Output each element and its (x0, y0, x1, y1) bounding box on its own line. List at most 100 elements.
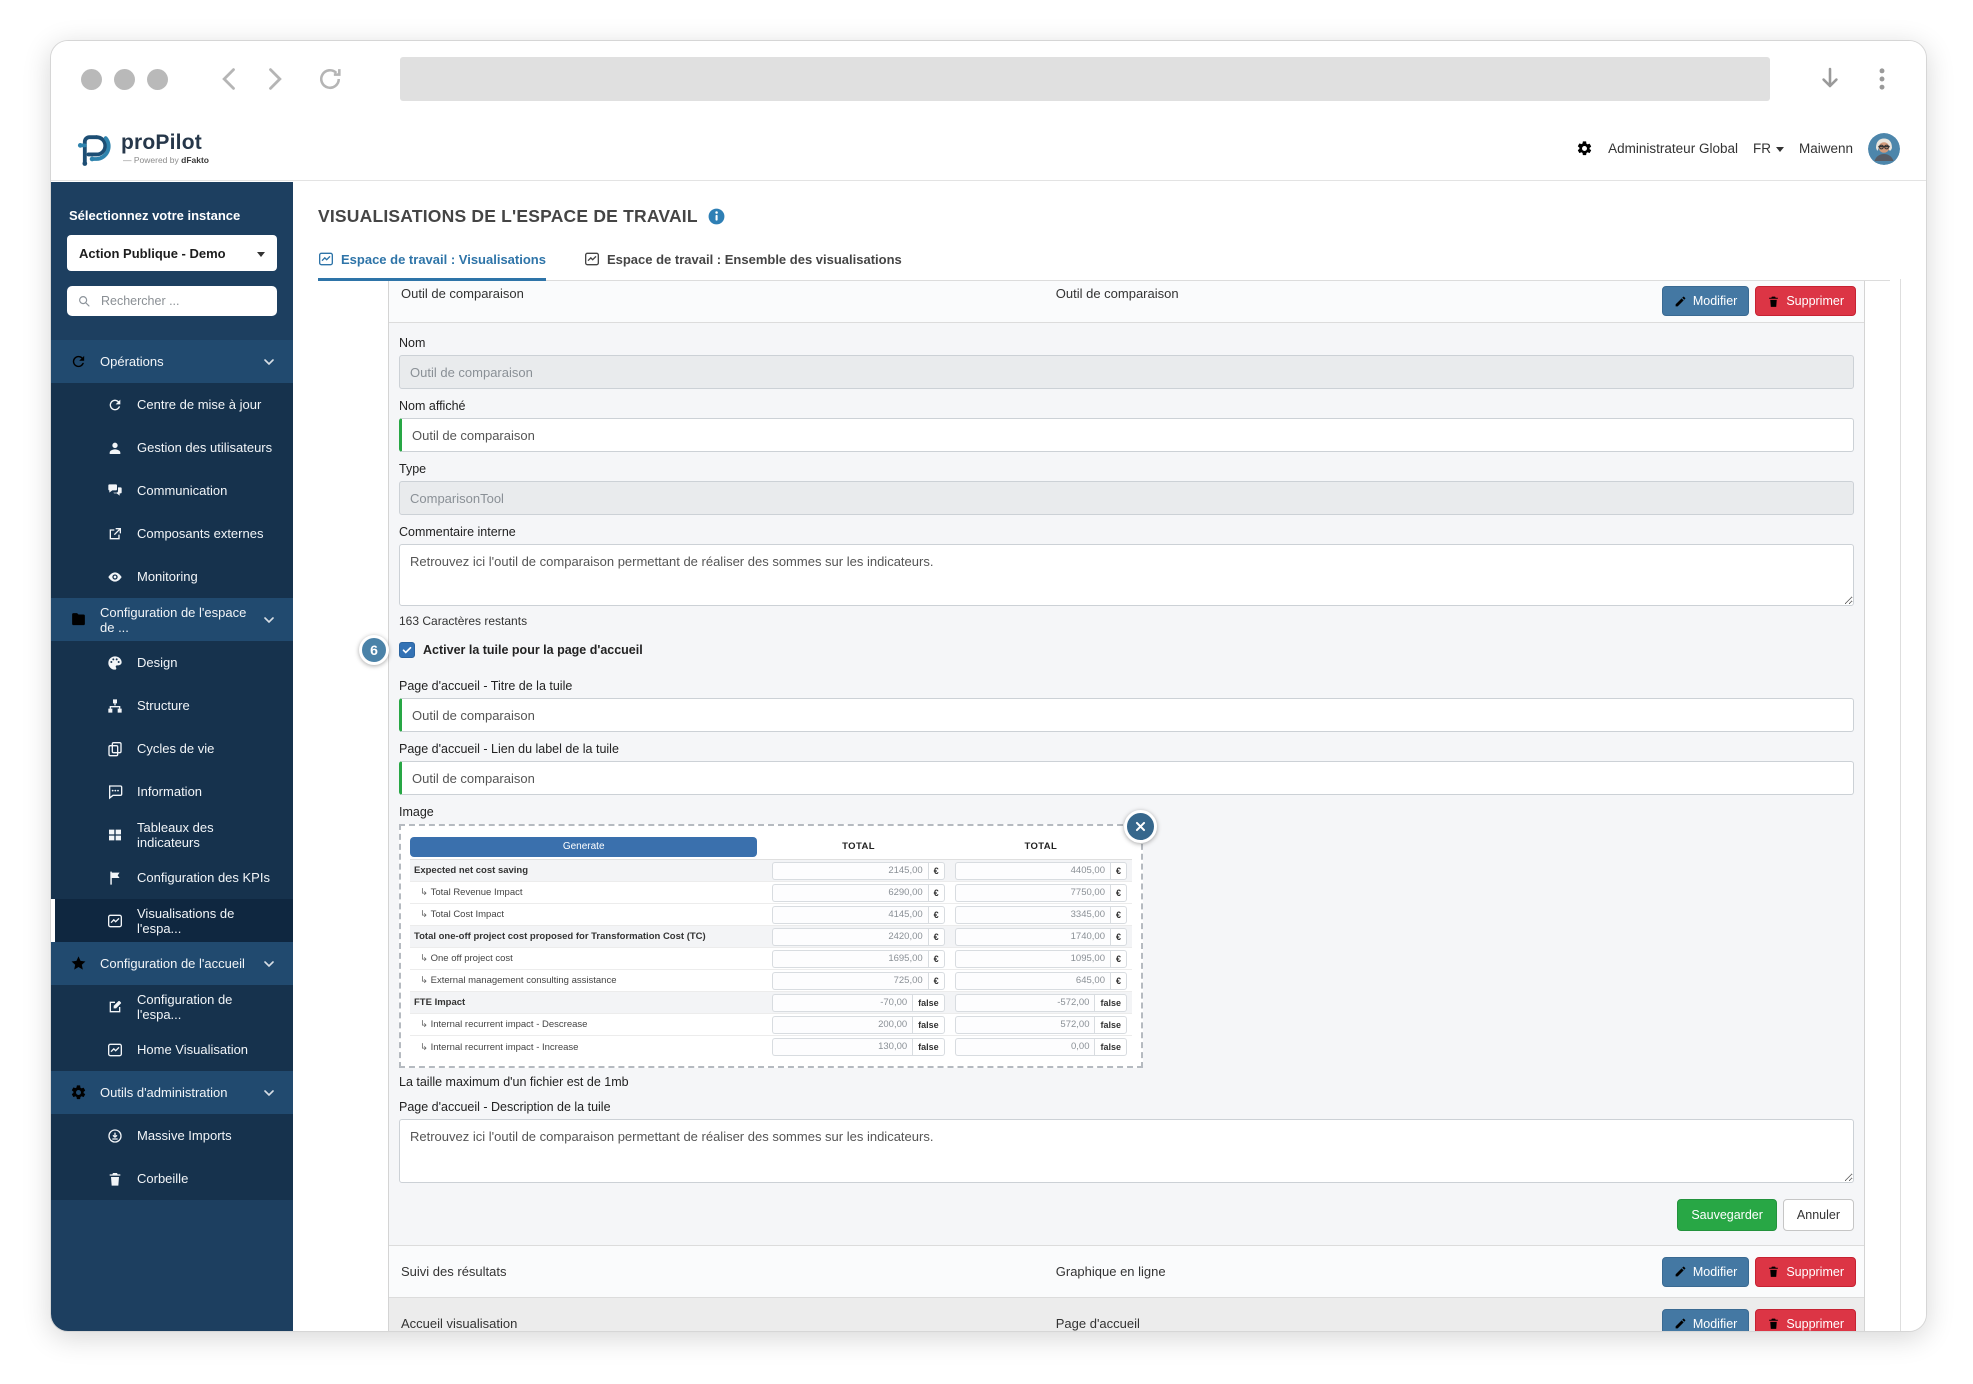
address-bar[interactable] (400, 57, 1770, 101)
main-content: VISUALISATIONS DE L'ESPACE DE TRAVAIL Es… (293, 182, 1926, 1331)
preview-row-label: Internal recurrent impact - Increase (410, 1042, 767, 1053)
preview-row-label: Internal recurrent impact - Descrease (410, 1019, 767, 1030)
tile-description-textarea[interactable]: Retrouvez ici l'outil de comparaison per… (399, 1119, 1854, 1183)
sidebar-item-composants-externes[interactable]: Composants externes (51, 512, 293, 555)
username-label[interactable]: Maiwenn (1799, 141, 1853, 156)
tile-link-input[interactable] (399, 761, 1854, 795)
sidebar-item-gestion-utilisateurs[interactable]: Gestion des utilisateurs (51, 426, 293, 469)
sidebar-item-configuration-espace-accueil[interactable]: Configuration de l'espa... (51, 985, 293, 1028)
copy-icon (107, 741, 123, 757)
avatar[interactable] (1868, 133, 1900, 165)
sidebar-section-operations[interactable]: Opérations (51, 340, 293, 383)
table-icon (107, 827, 123, 843)
preview-unit: € (1110, 972, 1127, 990)
gear-icon (70, 1084, 87, 1101)
admin-gear-icon[interactable] (1576, 140, 1593, 157)
caret-down-icon (257, 252, 265, 257)
sidebar-item-massive-imports[interactable]: Massive Imports (51, 1114, 293, 1157)
share-icon (107, 526, 123, 542)
window-maximize-dot[interactable] (147, 69, 168, 90)
delete-button[interactable]: Supprimer (1755, 286, 1856, 316)
preview-table-row: Internal recurrent impact - Increase 130… (410, 1036, 1132, 1058)
chart-line-icon (584, 251, 600, 267)
preview-table: Generate TOTAL TOTAL Expected net cost s… (410, 834, 1132, 1058)
column-header: TOTAL (950, 841, 1132, 852)
eye-icon (107, 569, 123, 585)
trash-icon (1767, 1265, 1780, 1278)
chevron-down-icon (261, 612, 277, 628)
back-button[interactable] (216, 65, 244, 93)
tile-title-input[interactable] (399, 698, 1854, 732)
preview-row-label: One off project cost (410, 953, 767, 964)
name-input (399, 355, 1854, 389)
sidebar-item-monitoring[interactable]: Monitoring (51, 555, 293, 598)
preview-table-row: One off project cost 1695,00€ 1095,00€ (410, 948, 1132, 970)
delete-button[interactable]: Supprimer (1755, 1257, 1856, 1287)
table-row: Outil de comparaison Outil de comparaiso… (389, 281, 1864, 323)
refresh-icon (107, 397, 123, 413)
sidebar-item-tableaux-indicateurs[interactable]: Tableaux des indicateurs (51, 813, 293, 856)
preview-unit: € (1110, 928, 1127, 946)
delete-button[interactable]: Supprimer (1755, 1309, 1856, 1332)
preview-value: 1740,00 (955, 928, 1110, 946)
tile-enable-checkbox[interactable] (399, 642, 415, 658)
instance-select[interactable]: Action Publique - Demo (67, 235, 277, 271)
browser-toolbar (51, 41, 1926, 117)
row-type: Outil de comparaison (1056, 286, 1662, 301)
browser-menu-icon[interactable] (1868, 65, 1896, 93)
sidebar-item-visualisations-espace[interactable]: Visualisations de l'espa... (51, 899, 293, 942)
info-icon[interactable] (707, 207, 726, 226)
sidebar-section-configuration-espace[interactable]: Configuration de l'espace de ... (51, 598, 293, 641)
preview-table-row: External management consulting assistanc… (410, 970, 1132, 992)
preview-table-row: Total Revenue Impact 6290,00€ 7750,00€ (410, 882, 1132, 904)
download-icon[interactable] (1816, 65, 1844, 93)
folder-icon (70, 611, 87, 628)
sidebar: Sélectionnez votre instance Action Publi… (51, 182, 293, 1331)
edit-button[interactable]: Modifier (1662, 1257, 1749, 1287)
pencil-icon (1674, 1265, 1687, 1278)
search-icon (77, 294, 91, 308)
window-minimize-dot[interactable] (114, 69, 135, 90)
preview-value: 572,00 (955, 1016, 1095, 1034)
sidebar-item-design[interactable]: Design (51, 641, 293, 684)
user-icon (107, 440, 123, 456)
sidebar-item-structure[interactable]: Structure (51, 684, 293, 727)
scrollbar-track[interactable] (1900, 279, 1901, 1331)
trash-icon (1767, 1317, 1780, 1330)
tab-ensemble-visualisations[interactable]: Espace de travail : Ensemble des visuali… (584, 251, 902, 281)
preview-unit: € (928, 972, 945, 990)
preview-value: -572,00 (955, 994, 1095, 1012)
sidebar-item-configuration-kpis[interactable]: Configuration des KPIs (51, 856, 293, 899)
tab-espace-visualisations[interactable]: Espace de travail : Visualisations (318, 251, 546, 281)
sidebar-item-corbeille[interactable]: Corbeille (51, 1157, 293, 1200)
save-button[interactable]: Sauvegarder (1677, 1199, 1777, 1231)
cancel-button[interactable]: Annuler (1783, 1199, 1854, 1231)
search-input[interactable] (99, 293, 267, 309)
sidebar-section-outils-administration[interactable]: Outils d'administration (51, 1071, 293, 1114)
edit-button[interactable]: Modifier (1662, 286, 1749, 316)
comment-textarea[interactable]: Retrouvez ici l'outil de comparaison per… (399, 544, 1854, 606)
chevron-down-icon (261, 1085, 277, 1101)
reload-button[interactable] (316, 65, 344, 93)
window-close-dot[interactable] (81, 69, 102, 90)
sidebar-section-configuration-accueil[interactable]: Configuration de l'accueil (51, 942, 293, 985)
sidebar-item-information[interactable]: Information (51, 770, 293, 813)
edit-form: Nom Nom affiché Type Commentaire interne… (389, 323, 1864, 1246)
language-selector[interactable]: FR (1753, 141, 1784, 156)
preview-unit: € (928, 950, 945, 968)
window-controls (81, 69, 180, 90)
sidebar-item-communication[interactable]: Communication (51, 469, 293, 512)
sidebar-item-centre-mise-a-jour[interactable]: Centre de mise à jour (51, 383, 293, 426)
forward-button[interactable] (260, 65, 288, 93)
sidebar-item-home-visualisation[interactable]: Home Visualisation (51, 1028, 293, 1071)
display-name-input[interactable] (399, 418, 1854, 452)
row-type: Graphique en ligne (1056, 1264, 1662, 1279)
sidebar-item-cycles-de-vie[interactable]: Cycles de vie (51, 727, 293, 770)
propilot-logo[interactable]: proPilot — Powered by dFakto (73, 129, 209, 169)
remove-image-button[interactable] (1124, 810, 1157, 843)
preview-row-label: Total Revenue Impact (410, 887, 767, 898)
edit-button[interactable]: Modifier (1662, 1309, 1749, 1332)
propilot-logo-mark (73, 129, 113, 169)
preview-value: 6290,00 (772, 884, 927, 902)
preview-unit: false (912, 994, 945, 1012)
